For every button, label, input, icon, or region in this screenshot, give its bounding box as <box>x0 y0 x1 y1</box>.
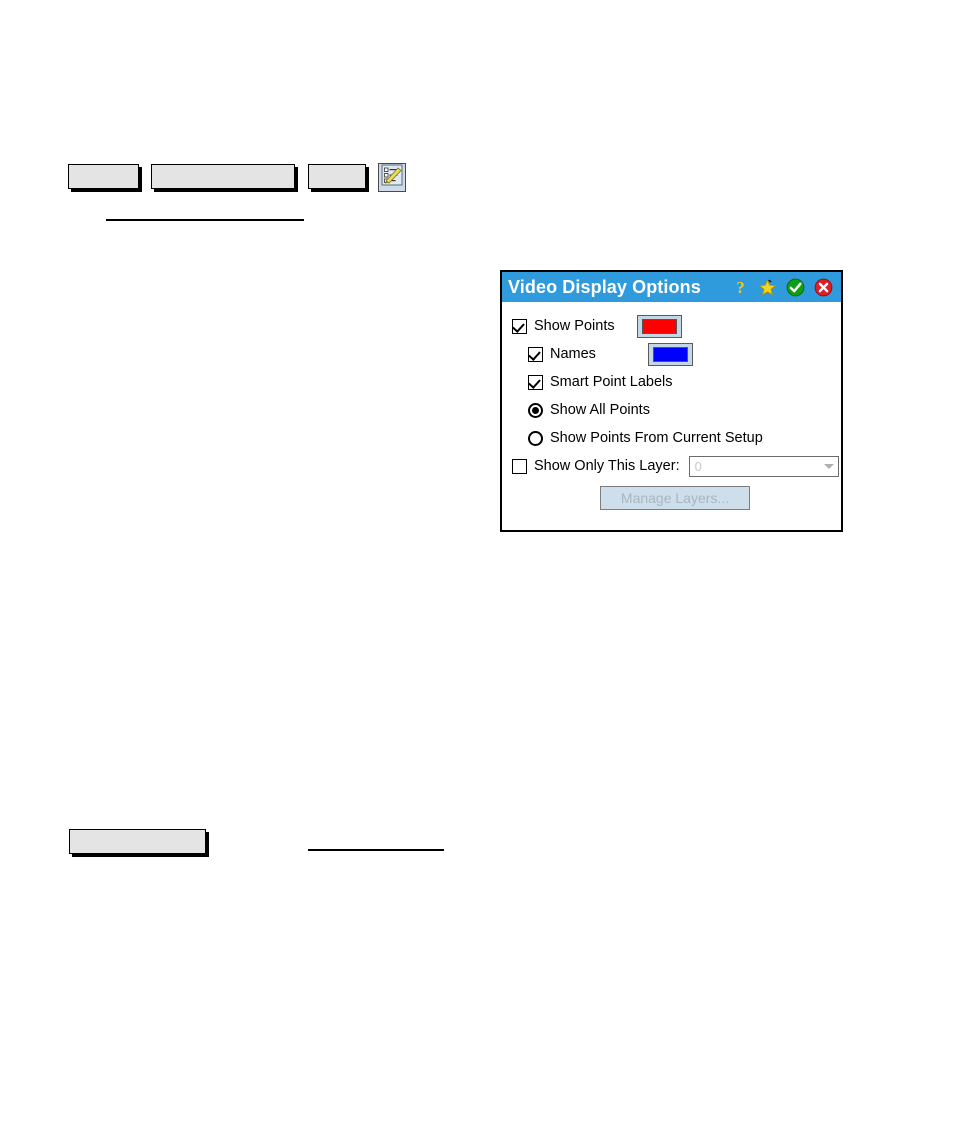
names-label: Names <box>550 346 596 362</box>
toolbar-button-2[interactable] <box>151 164 295 189</box>
row-show-all-points: Show All Points <box>502 396 841 424</box>
row-show-only-this-layer: Show Only This Layer: 0 <box>502 452 841 480</box>
footer-button[interactable] <box>69 829 206 854</box>
row-show-points-current-setup: Show Points From Current Setup <box>502 424 841 452</box>
row-names: Names <box>502 340 841 368</box>
manage-layers-button[interactable]: Manage Layers... <box>600 486 750 510</box>
show-all-points-label: Show All Points <box>550 402 650 418</box>
smart-point-labels-label: Smart Point Labels <box>550 374 673 390</box>
row-smart-point-labels: Smart Point Labels <box>502 368 841 396</box>
layer-select-value: 0 <box>694 458 702 474</box>
chevron-down-icon[interactable] <box>821 463 838 469</box>
checklist-pencil-icon <box>381 164 403 191</box>
cancel-close-icon[interactable] <box>814 278 833 297</box>
names-checkbox[interactable] <box>528 346 543 362</box>
toolbar-underline <box>106 219 304 221</box>
toolbar-button-3[interactable] <box>308 164 366 189</box>
points-color-swatch[interactable] <box>636 314 682 338</box>
show-points-current-setup-label: Show Points From Current Setup <box>550 430 763 446</box>
accept-ok-icon[interactable] <box>786 278 805 297</box>
dialog-title: Video Display Options <box>508 276 701 297</box>
show-points-label: Show Points <box>534 318 615 334</box>
footer-underline <box>308 849 444 851</box>
names-color-fill <box>652 346 688 362</box>
svg-text:?: ? <box>736 278 745 297</box>
names-color-swatch[interactable] <box>647 342 693 366</box>
show-only-this-layer-checkbox[interactable] <box>512 458 527 474</box>
show-points-checkbox[interactable] <box>512 318 527 334</box>
show-only-this-layer-label: Show Only This Layer: <box>534 458 680 474</box>
show-points-current-setup-radio[interactable] <box>528 430 543 446</box>
layer-select[interactable]: 0 <box>688 455 839 477</box>
toolbar-button-1[interactable] <box>68 164 139 189</box>
smart-point-labels-checkbox[interactable] <box>528 374 543 390</box>
titlebar-icon-group: ? <box>732 278 839 297</box>
help-icon[interactable]: ? <box>732 278 749 297</box>
row-manage-layers: Manage Layers... <box>502 484 841 512</box>
dialog-body: Show Points Names Smart Point Labels Sho… <box>502 302 841 530</box>
row-show-points: Show Points <box>502 312 841 340</box>
points-color-fill <box>641 318 677 334</box>
show-all-points-radio[interactable] <box>528 402 543 418</box>
edit-list-icon-button[interactable] <box>378 163 406 192</box>
favorite-star-icon[interactable] <box>758 278 777 297</box>
dialog-titlebar: Video Display Options ? <box>502 272 841 302</box>
video-display-options-dialog: Video Display Options ? Show Points Name… <box>500 270 843 532</box>
